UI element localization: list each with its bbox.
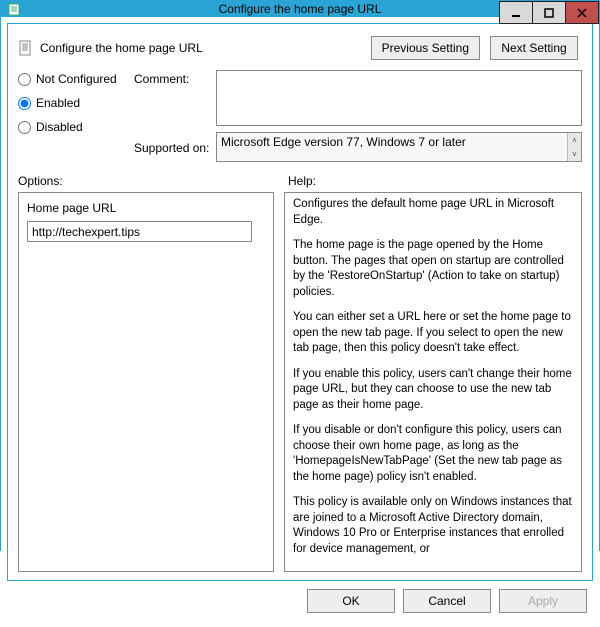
window-controls (500, 1, 599, 24)
radio-not-configured-label: Not Configured (36, 72, 117, 86)
radio-not-configured-input[interactable] (18, 73, 31, 86)
radio-enabled-input[interactable] (18, 97, 31, 110)
supported-on-scroll[interactable]: ˄ ˅ (567, 133, 581, 161)
comment-textarea[interactable] (216, 70, 582, 126)
radio-disabled-label: Disabled (36, 120, 83, 134)
help-paragraph: Configures the default home page URL in … (293, 197, 573, 228)
dialog-footer: OK Cancel Apply (7, 581, 593, 621)
help-text-scroll[interactable]: Configures the default home page URL in … (293, 197, 579, 567)
previous-setting-button[interactable]: Previous Setting (371, 36, 480, 60)
policy-header-row: Configure the home page URL Previous Set… (18, 36, 582, 60)
panels-row: Home page URL Configures the default hom… (18, 192, 582, 572)
nav-buttons: Previous Setting Next Setting (371, 36, 582, 60)
content-outer: Configure the home page URL Previous Set… (1, 17, 599, 627)
help-paragraph: The home page is the page opened by the … (293, 238, 573, 300)
radio-disabled[interactable]: Disabled (18, 120, 130, 134)
close-button[interactable] (565, 1, 599, 24)
policy-title: Configure the home page URL (40, 41, 203, 55)
radio-not-configured[interactable]: Not Configured (18, 72, 130, 86)
help-paragraph: You can either set a URL here or set the… (293, 310, 573, 357)
options-heading: Options: (18, 174, 288, 188)
radio-enabled[interactable]: Enabled (18, 96, 130, 110)
maximize-button[interactable] (532, 1, 566, 24)
apply-button[interactable]: Apply (499, 589, 587, 613)
minimize-button[interactable] (499, 1, 533, 24)
options-panel: Home page URL (18, 192, 274, 572)
supported-on-text: Microsoft Edge version 77, Windows 7 or … (221, 135, 466, 149)
help-paragraph: This policy is available only on Windows… (293, 495, 573, 557)
supported-on-label: Supported on: (134, 139, 212, 155)
cancel-button[interactable]: Cancel (403, 589, 491, 613)
home-page-url-input[interactable] (27, 221, 252, 242)
window-title: Configure the home page URL (219, 2, 382, 16)
help-heading: Help: (288, 174, 316, 188)
dialog-window: Configure the home page URL (0, 0, 600, 551)
help-paragraph: If you enable this policy, users can't c… (293, 367, 573, 414)
policy-icon (18, 40, 34, 56)
help-paragraph: If you disable or don't configure this p… (293, 423, 573, 485)
ok-button[interactable]: OK (307, 589, 395, 613)
next-setting-button[interactable]: Next Setting (490, 36, 578, 60)
help-panel: Configures the default home page URL in … (284, 192, 582, 572)
scroll-down-icon[interactable]: ˅ (568, 147, 581, 161)
content-inner: Configure the home page URL Previous Set… (7, 23, 593, 581)
scroll-up-icon[interactable]: ˄ (568, 133, 581, 147)
comment-label: Comment: (134, 70, 212, 86)
radio-disabled-input[interactable] (18, 121, 31, 134)
titlebar: Configure the home page URL (1, 1, 599, 17)
radio-enabled-label: Enabled (36, 96, 80, 110)
state-radio-group: Not Configured Enabled Disabled (18, 70, 130, 134)
section-headings: Options: Help: (18, 174, 582, 188)
policy-title-group: Configure the home page URL (18, 40, 203, 56)
config-grid: Not Configured Enabled Disabled Comment:… (18, 70, 582, 162)
home-page-url-label: Home page URL (27, 201, 265, 215)
supported-on-box: Microsoft Edge version 77, Windows 7 or … (216, 132, 582, 162)
app-icon (7, 1, 23, 17)
